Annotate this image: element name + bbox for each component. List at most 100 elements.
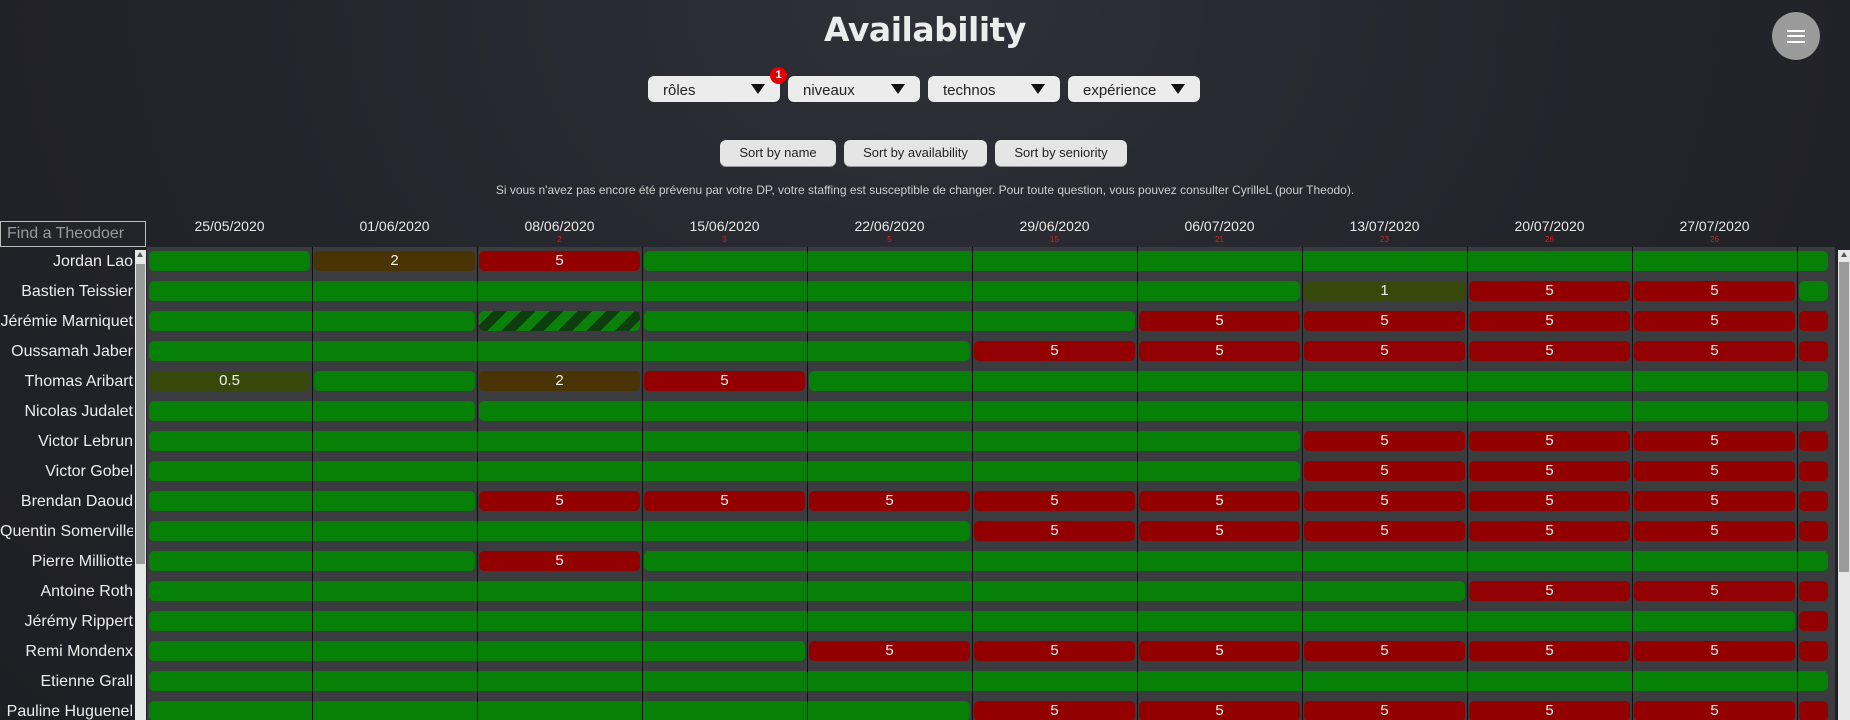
staffed-slot[interactable]: 5 xyxy=(1139,701,1300,720)
person-name[interactable]: Victor Gobel xyxy=(0,457,133,487)
staffed-slot[interactable]: 5 xyxy=(974,701,1135,720)
technos-filter[interactable]: technos xyxy=(928,76,1060,102)
staffed-slot[interactable]: 5 xyxy=(1469,641,1630,661)
staffed-slot[interactable]: 5 xyxy=(1469,341,1630,361)
staffed-slot[interactable]: 5 xyxy=(1634,521,1795,541)
staffed-slot[interactable]: 5 xyxy=(1634,641,1795,661)
staffed-slot[interactable] xyxy=(1799,701,1828,720)
roles-filter[interactable]: rôles xyxy=(648,76,780,102)
staffed-slot[interactable]: 5 xyxy=(1469,431,1630,451)
available-slot[interactable] xyxy=(149,461,1300,481)
staffed-slot[interactable]: 0.5 xyxy=(149,371,310,391)
person-name[interactable]: Quentin Somerville xyxy=(0,517,133,547)
staffed-slot[interactable] xyxy=(479,311,640,331)
sort-by-name-button[interactable]: Sort by name xyxy=(720,140,836,166)
available-slot[interactable] xyxy=(479,401,1828,421)
staffed-slot[interactable]: 5 xyxy=(644,371,805,391)
staffed-slot[interactable]: 5 xyxy=(1304,641,1465,661)
staffed-slot[interactable]: 5 xyxy=(1304,491,1465,511)
available-slot[interactable] xyxy=(149,341,970,361)
search-input[interactable] xyxy=(0,221,146,247)
staffed-slot[interactable]: 5 xyxy=(1469,311,1630,331)
staffed-slot[interactable]: 2 xyxy=(314,251,475,271)
staffed-slot[interactable]: 5 xyxy=(1139,491,1300,511)
staffed-slot[interactable]: 5 xyxy=(1634,341,1795,361)
available-slot[interactable] xyxy=(149,701,970,720)
person-name[interactable]: Nicolas Judalet xyxy=(0,397,134,427)
available-slot[interactable] xyxy=(809,371,1828,391)
person-name[interactable]: Thomas Aribart xyxy=(0,367,133,397)
staffed-slot[interactable]: 5 xyxy=(1469,521,1630,541)
person-name[interactable]: Victor Lebrun xyxy=(0,427,133,457)
staffed-slot[interactable] xyxy=(1799,341,1828,361)
available-slot[interactable] xyxy=(149,251,310,271)
staffed-slot[interactable]: 5 xyxy=(1139,641,1300,661)
person-name[interactable]: Antoine Roth xyxy=(0,577,133,607)
staffed-slot[interactable]: 5 xyxy=(479,551,640,571)
available-slot[interactable] xyxy=(149,281,1300,301)
person-name[interactable]: Bastien Teissier xyxy=(0,277,133,307)
staffed-slot[interactable]: 5 xyxy=(479,251,640,271)
staffed-slot[interactable]: 5 xyxy=(1304,311,1465,331)
person-name[interactable]: Jérémie Marniquet xyxy=(0,307,134,337)
scroll-up-arrow-icon[interactable] xyxy=(1841,252,1847,257)
available-slot[interactable] xyxy=(314,371,475,391)
staffed-slot[interactable]: 5 xyxy=(1469,461,1630,481)
staffed-slot[interactable]: 1 xyxy=(1304,281,1465,301)
staffed-slot[interactable] xyxy=(1799,311,1828,331)
sort-by-seniority-button[interactable]: Sort by seniority xyxy=(995,140,1127,166)
scrollbar-thumb[interactable] xyxy=(136,264,145,564)
staffed-slot[interactable]: 5 xyxy=(1139,521,1300,541)
staffed-slot[interactable] xyxy=(1799,521,1828,541)
grid-scrollbar[interactable] xyxy=(1838,250,1850,720)
available-slot[interactable] xyxy=(149,431,1300,451)
available-slot[interactable] xyxy=(644,311,1135,331)
staffed-slot[interactable]: 5 xyxy=(1634,311,1795,331)
staffed-slot[interactable] xyxy=(1799,431,1828,451)
staffed-slot[interactable] xyxy=(1799,611,1828,631)
person-name[interactable]: Jordan Lao xyxy=(0,247,133,277)
staffed-slot[interactable]: 2 xyxy=(479,371,640,391)
staffed-slot[interactable] xyxy=(1799,491,1828,511)
names-scrollbar[interactable] xyxy=(135,250,146,720)
person-name[interactable]: Remi Mondenx xyxy=(0,637,133,667)
staffed-slot[interactable]: 5 xyxy=(1634,491,1795,511)
menu-button[interactable] xyxy=(1772,12,1820,60)
staffed-slot[interactable]: 5 xyxy=(1304,341,1465,361)
experience-filter[interactable]: expérience xyxy=(1068,76,1200,102)
staffed-slot[interactable]: 5 xyxy=(1139,341,1300,361)
staffed-slot[interactable]: 5 xyxy=(1634,281,1795,301)
staffed-slot[interactable]: 5 xyxy=(809,641,970,661)
staffed-slot[interactable] xyxy=(1799,641,1828,661)
staffed-slot[interactable] xyxy=(1799,581,1828,601)
staffed-slot[interactable]: 5 xyxy=(974,491,1135,511)
staffed-slot[interactable]: 5 xyxy=(1139,311,1300,331)
staffed-slot[interactable]: 5 xyxy=(1634,581,1795,601)
available-slot[interactable] xyxy=(1799,281,1828,301)
available-slot[interactable] xyxy=(644,551,1828,571)
staffed-slot[interactable]: 5 xyxy=(1304,431,1465,451)
staffed-slot[interactable]: 5 xyxy=(974,341,1135,361)
sort-by-availability-button[interactable]: Sort by availability xyxy=(844,140,987,166)
person-name[interactable]: Jérémy Rippert xyxy=(0,607,133,637)
person-name[interactable]: Oussamah Jaber xyxy=(0,337,133,367)
available-slot[interactable] xyxy=(644,251,1828,271)
person-name[interactable]: Pauline Huguenel xyxy=(0,697,133,720)
scrollbar-thumb[interactable] xyxy=(1839,262,1849,572)
available-slot[interactable] xyxy=(149,521,970,541)
staffed-slot[interactable]: 5 xyxy=(1634,461,1795,481)
staffed-slot[interactable]: 5 xyxy=(1634,701,1795,720)
staffed-slot[interactable]: 5 xyxy=(1634,431,1795,451)
staffed-slot[interactable]: 5 xyxy=(1304,701,1465,720)
staffed-slot[interactable]: 5 xyxy=(1304,461,1465,481)
scroll-up-arrow-icon[interactable] xyxy=(137,252,143,257)
staffed-slot[interactable]: 5 xyxy=(1469,701,1630,720)
staffed-slot[interactable]: 5 xyxy=(1304,521,1465,541)
person-name[interactable]: Brendan Daoud xyxy=(0,487,133,517)
available-slot[interactable] xyxy=(149,671,1828,691)
staffed-slot[interactable]: 5 xyxy=(1469,491,1630,511)
staffed-slot[interactable]: 5 xyxy=(479,491,640,511)
staffed-slot[interactable]: 5 xyxy=(1469,581,1630,601)
staffed-slot[interactable]: 5 xyxy=(644,491,805,511)
person-name[interactable]: Pierre Milliotte xyxy=(0,547,133,577)
